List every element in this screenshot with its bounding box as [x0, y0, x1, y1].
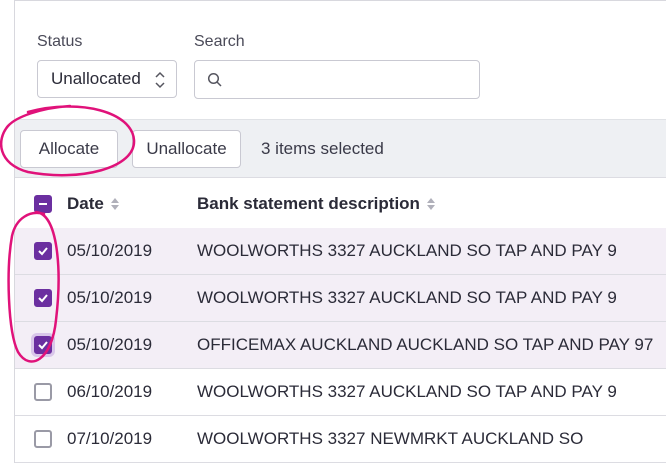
column-header-date-label: Date — [67, 194, 104, 213]
bulk-action-toolbar: Allocate Unallocate 3 items selected — [15, 119, 666, 178]
row-checkbox[interactable] — [34, 336, 52, 354]
row-date: 06/10/2019 — [67, 382, 153, 401]
sort-icon — [110, 198, 119, 210]
search-label: Search — [194, 33, 245, 50]
transactions-panel: Status Unallocated Search Allocate Unall… — [14, 0, 666, 463]
row-checkbox[interactable] — [34, 242, 52, 260]
allocate-button[interactable]: Allocate — [20, 130, 118, 168]
row-description: WOOLWORTHS 3327 AUCKLAND SO TAP AND PAY … — [197, 382, 617, 401]
checkmark-icon — [38, 247, 48, 256]
row-date: 05/10/2019 — [67, 288, 153, 307]
table-row[interactable]: 05/10/2019 OFFICEMAX AUCKLAND AUCKLAND S… — [15, 322, 666, 369]
row-checkbox[interactable] — [34, 289, 52, 307]
table-row[interactable]: 06/10/2019 WOOLWORTHS 3327 AUCKLAND SO T… — [15, 369, 666, 416]
checkmark-icon — [38, 341, 48, 350]
row-description: OFFICEMAX AUCKLAND AUCKLAND SO TAP AND P… — [197, 335, 654, 354]
row-description: WOOLWORTHS 3327 AUCKLAND SO TAP AND PAY … — [197, 288, 617, 307]
checkmark-icon — [38, 294, 48, 303]
column-header-description[interactable]: Bank statement description — [197, 194, 436, 214]
column-header-date[interactable]: Date — [67, 194, 120, 214]
row-description: WOOLWORTHS 3327 AUCKLAND SO TAP AND PAY … — [197, 241, 617, 260]
table-header: Date Bank statement description — [15, 177, 666, 231]
table-row[interactable]: 07/10/2019 WOOLWORTHS 3327 NEWMRKT AUCKL… — [15, 416, 666, 463]
search-icon — [207, 72, 222, 87]
row-checkbox[interactable] — [34, 383, 52, 401]
table-row[interactable]: 05/10/2019 WOOLWORTHS 3327 AUCKLAND SO T… — [15, 275, 666, 322]
table-row[interactable]: 05/10/2019 WOOLWORTHS 3327 AUCKLAND SO T… — [15, 228, 666, 275]
status-select-value: Unallocated — [51, 69, 141, 88]
unallocate-button[interactable]: Unallocate — [132, 130, 241, 168]
row-date: 05/10/2019 — [67, 241, 153, 260]
select-all-checkbox[interactable] — [34, 195, 52, 213]
chevron-up-down-icon — [155, 71, 165, 89]
row-date: 07/10/2019 — [67, 429, 153, 448]
row-date: 05/10/2019 — [67, 335, 153, 354]
search-input[interactable] — [194, 60, 480, 99]
status-select[interactable]: Unallocated — [37, 60, 177, 98]
status-label: Status — [37, 33, 83, 50]
row-checkbox[interactable] — [34, 430, 52, 448]
sort-icon — [426, 198, 435, 210]
selection-count: 3 items selected — [261, 139, 384, 158]
row-description: WOOLWORTHS 3327 NEWMRKT AUCKLAND SO — [197, 429, 584, 448]
column-header-description-label: Bank statement description — [197, 194, 420, 213]
